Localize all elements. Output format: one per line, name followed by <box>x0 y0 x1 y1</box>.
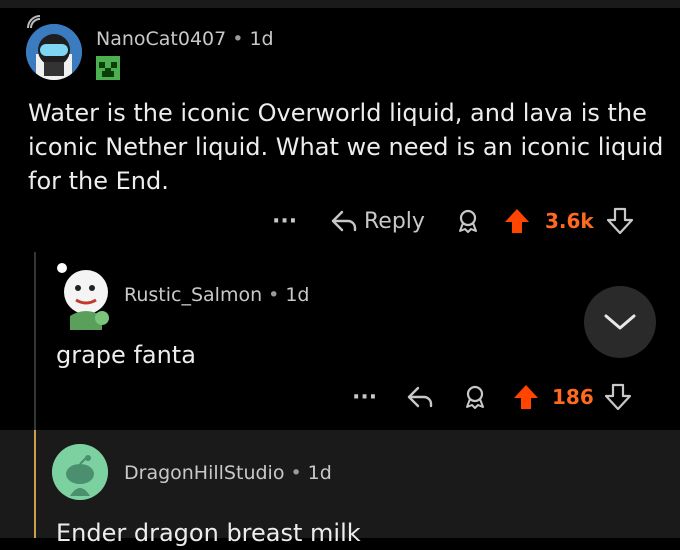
comment-actions: ··· Reply 3.6k <box>272 204 634 238</box>
comment-header: DragonHillStudio • 1d <box>124 462 332 484</box>
separator-dot: • <box>232 28 244 50</box>
more-options-button[interactable]: ··· <box>352 385 382 410</box>
separator-dot: • <box>290 462 302 484</box>
reply-arrow-icon <box>407 386 433 408</box>
online-signal-icon <box>27 15 41 29</box>
downvote-button[interactable] <box>606 207 634 235</box>
upvote-button[interactable] <box>512 383 540 411</box>
astronaut-avatar-icon <box>26 24 82 80</box>
comment-nanocat: NanoCat0407 • 1d Water is the iconic Overw… <box>0 8 680 252</box>
award-button[interactable] <box>455 208 481 234</box>
downvote-arrow-icon <box>604 383 631 411</box>
downvote-button[interactable] <box>604 383 632 411</box>
reply-arrow-icon <box>331 210 357 232</box>
thread-line-highlighted <box>34 430 36 538</box>
comment-header: NanoCat0407 • 1d <box>96 28 274 50</box>
comment-rustic-salmon: Rustic_Salmon • 1d grape fanta ··· 186 <box>0 252 680 430</box>
username-link[interactable]: NanoCat0407 <box>96 28 226 50</box>
award-icon <box>466 385 484 409</box>
comment-dragonhillstudio: DragonHillStudio • 1d Ender dragon breast … <box>0 430 680 547</box>
comment-body: Ender dragon breast milk <box>56 519 361 547</box>
comment-header: Rustic_Salmon • 1d <box>124 284 310 306</box>
more-options-button[interactable]: ··· <box>272 209 302 234</box>
username-link[interactable]: DragonHillStudio <box>124 462 284 484</box>
timestamp: 1d <box>307 462 332 484</box>
snowman-avatar-icon <box>57 263 109 330</box>
vote-count: 186 <box>552 385 594 409</box>
snoo-avatar-icon <box>52 444 108 500</box>
top-divider <box>0 0 680 8</box>
comment-actions: ··· 186 <box>352 380 632 414</box>
collapse-thread-button[interactable] <box>584 286 656 358</box>
vote-count: 3.6k <box>544 209 594 233</box>
comment-body: grape fanta <box>56 341 196 369</box>
timestamp: 1d <box>249 28 274 50</box>
creeper-flair-icon <box>96 56 120 80</box>
award-icon <box>458 209 477 233</box>
reply-button[interactable] <box>406 385 434 409</box>
award-button[interactable] <box>462 384 488 410</box>
username-link[interactable]: Rustic_Salmon <box>124 284 262 306</box>
avatar[interactable] <box>26 24 82 80</box>
upvote-button[interactable] <box>503 207 531 235</box>
downvote-arrow-icon <box>606 207 633 235</box>
reply-label: Reply <box>364 208 425 234</box>
thread-line <box>34 252 36 430</box>
timestamp: 1d <box>285 284 310 306</box>
separator-dot: • <box>268 284 280 306</box>
chevron-down-icon <box>604 314 636 330</box>
reply-button[interactable]: Reply <box>330 209 425 234</box>
avatar[interactable] <box>52 444 108 500</box>
upvote-arrow-icon <box>504 209 529 233</box>
upvote-arrow-icon <box>514 385 538 409</box>
comment-body: Water is the iconic Overworld liquid, an… <box>28 99 664 195</box>
